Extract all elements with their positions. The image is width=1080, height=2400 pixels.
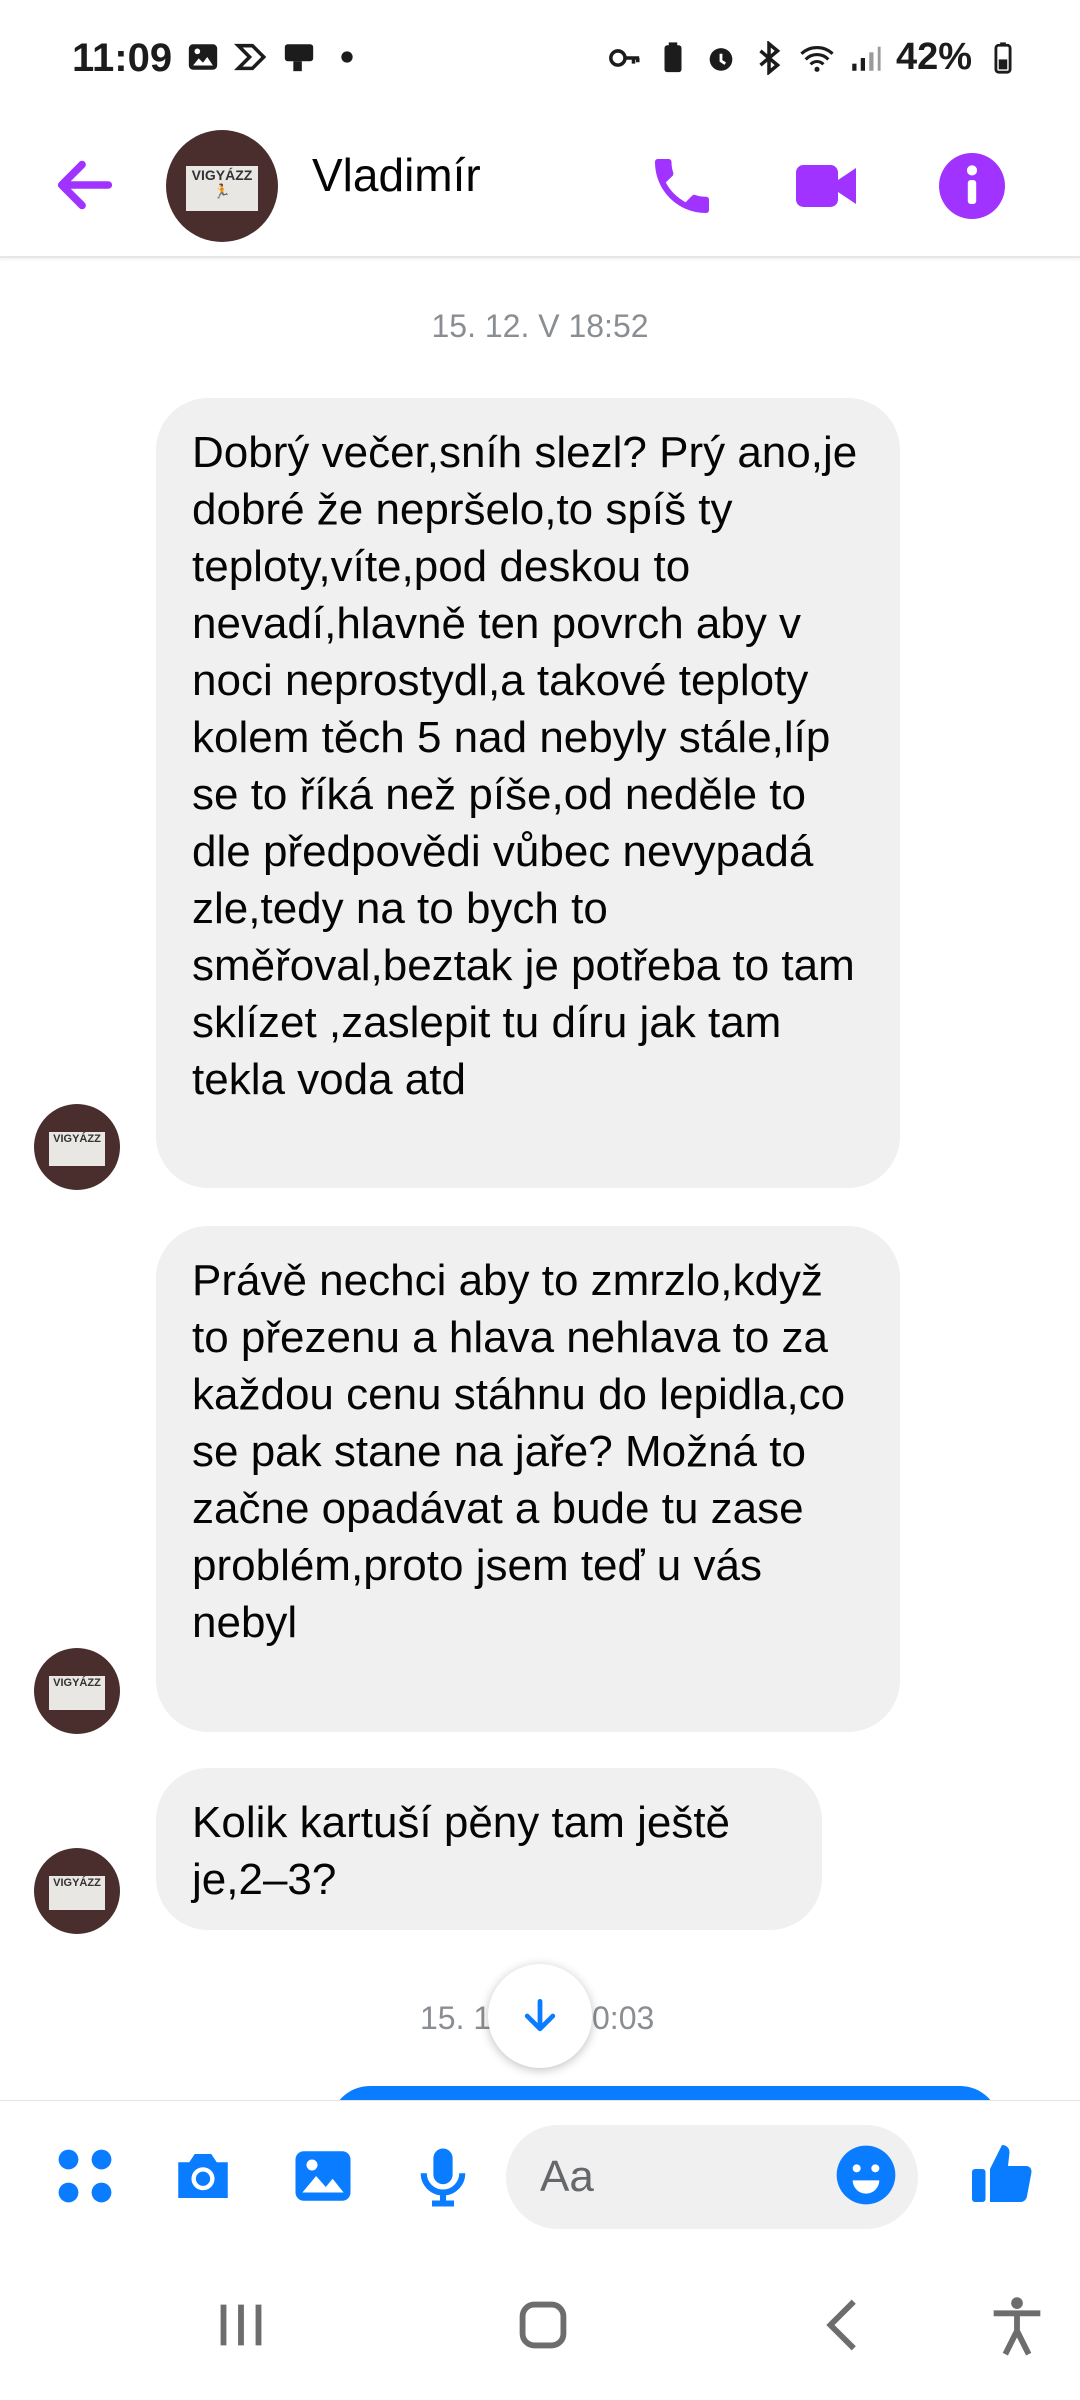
apps-grid-icon[interactable] [52,2143,118,2209]
sender-avatar[interactable]: VIGYÁZZ [34,1848,120,1934]
status-time: 11:09 [72,36,173,80]
camera-icon[interactable] [170,2143,236,2209]
wifi-icon [800,45,834,72]
avatar-sign: VIGYÁZZ [49,1875,105,1910]
emoji-icon[interactable] [834,2143,898,2207]
arrow-down-icon [524,1998,556,2032]
app-notification-icon [234,43,267,71]
date-separator-left: 15. 1 [420,2000,492,2036]
video-call-icon[interactable] [790,150,862,222]
microphone-icon[interactable] [410,2143,476,2209]
message-bubble[interactable]: Dobrý večer,sníh slezl? Prý ano,je dobré… [156,398,900,1188]
avatar-sign: VIGYÁZZ 🏃 [186,165,258,211]
contact-avatar[interactable]: VIGYÁZZ 🏃 [166,130,278,242]
avatar-sign: VIGYÁZZ [49,1131,105,1166]
signal-icon [852,46,881,71]
battery-icon [994,41,1012,74]
status-bar: 11:09 42% [0,0,1080,120]
sender-avatar[interactable]: VIGYÁZZ [34,1104,120,1190]
key-icon [609,48,640,67]
dot-icon [341,51,353,63]
avatar-sign: VIGYÁZZ [49,1675,105,1710]
phone-call-icon[interactable] [646,150,718,222]
sim-notification-icon [284,44,314,72]
notification-icons [186,40,364,74]
battery-saver-icon [664,41,682,72]
home-icon[interactable] [508,2290,578,2360]
date-separator: 15. 12. V 18:52 [431,308,649,344]
message-bubble[interactable]: Kolik kartuší pěny tam ještě je,2–3? [156,1768,822,1930]
system-navigation-bar [0,2250,1080,2400]
date-separator-right: 0:03 [592,2000,655,2036]
contact-name[interactable]: Vladimír [312,148,481,202]
sender-avatar[interactable]: VIGYÁZZ [34,1648,120,1734]
message-composer [0,2100,1080,2251]
thumbs-up-icon[interactable] [966,2139,1038,2211]
message-bubble[interactable]: Právě nechci aby to zmrzlo,když to přeze… [156,1226,900,1732]
conversation-header: VIGYÁZZ 🏃 Vladimír [0,120,1080,258]
bluetooth-icon [759,40,781,75]
gallery-notification-icon [188,44,218,70]
system-icons: 42% [608,36,1020,79]
info-icon[interactable] [936,150,1008,222]
recent-apps-icon[interactable] [206,2290,276,2360]
back-arrow-icon[interactable] [50,150,120,220]
back-icon[interactable] [810,2290,880,2360]
gallery-icon[interactable] [290,2143,356,2209]
accessibility-icon[interactable] [982,2290,1052,2360]
battery-percent: 42% [895,36,972,78]
scroll-to-bottom-button[interactable] [488,1964,592,2068]
alarm-icon [709,47,733,71]
